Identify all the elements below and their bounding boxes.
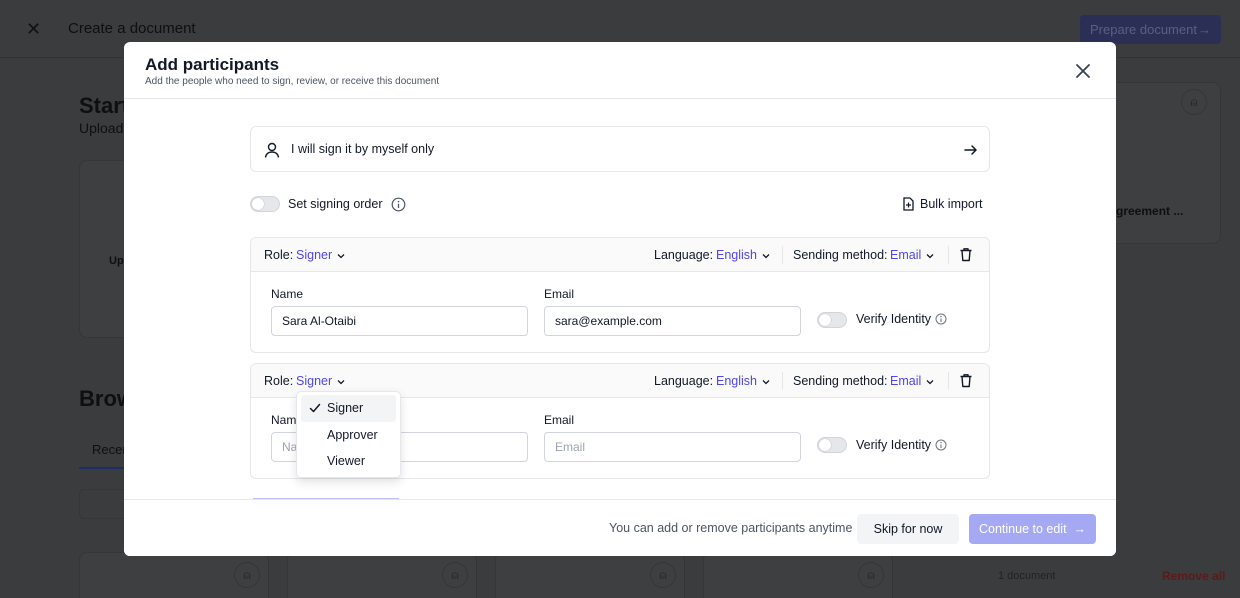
role-value: Signer: [296, 374, 333, 388]
close-icon[interactable]: ✕: [26, 20, 44, 38]
skip-for-now-button[interactable]: Skip for now: [857, 514, 959, 544]
email-label: Email: [544, 413, 575, 427]
chevron-down-icon: [762, 253, 770, 259]
role-option-label: Viewer: [327, 454, 365, 468]
name-field[interactable]: [271, 306, 528, 336]
email-label: Email: [544, 287, 575, 301]
divider: [782, 246, 783, 264]
close-icon[interactable]: [1074, 62, 1092, 80]
prepare-document-label: Prepare document: [1090, 22, 1197, 37]
divider: [948, 246, 949, 264]
chevron-down-icon: [337, 379, 345, 385]
continue-to-edit-button[interactable]: Continue to edit →: [969, 514, 1096, 544]
info-icon[interactable]: [935, 313, 947, 325]
verify-identity-toggle[interactable]: [817, 437, 847, 453]
sending-method-label: Sending method:: [793, 374, 888, 388]
trash-icon[interactable]: [959, 373, 973, 388]
bulk-import-button[interactable]: Bulk import: [902, 197, 983, 211]
participant-card: Role: Signer Language: English Sending m…: [250, 237, 990, 353]
template-card-title: greement ...: [1116, 204, 1184, 218]
language-value: English: [716, 374, 757, 388]
role-label: Role:: [264, 374, 294, 388]
dialog-title: Add participants: [145, 55, 280, 74]
checkmark-icon: [309, 403, 321, 413]
language-select[interactable]: English: [716, 248, 771, 262]
start-heading: Start: [79, 93, 130, 118]
user-icon: ⍝: [1181, 89, 1207, 115]
bulk-import-label: Bulk import: [920, 197, 983, 211]
role-value: Signer: [296, 248, 333, 262]
upload-card-title: Up: [109, 255, 124, 267]
sending-method-value: Email: [890, 374, 922, 388]
role-select[interactable]: Signer: [296, 374, 346, 388]
arrow-right-icon: →: [1198, 22, 1211, 37]
chevron-down-icon: [926, 253, 934, 259]
app-title: Create a document: [68, 20, 196, 37]
role-option-viewer[interactable]: Viewer: [301, 448, 396, 475]
remove-all-button[interactable]: Remove all: [1162, 569, 1225, 583]
arrow-right-icon: →: [1073, 522, 1087, 536]
dialog-subtitle: Add the people who need to sign, review,…: [145, 76, 440, 87]
user-icon: ⍝: [858, 562, 884, 588]
email-field[interactable]: [544, 432, 801, 462]
role-option-approver[interactable]: Approver: [301, 422, 396, 449]
signing-order-label: Set signing order: [288, 197, 383, 211]
info-icon[interactable]: [935, 439, 947, 451]
language-label: Language:: [654, 248, 714, 262]
verify-identity-label: Verify Identity: [856, 438, 932, 452]
self-sign-label: I will sign it by myself only: [291, 142, 435, 156]
dialog-header: Add participants Add the people who need…: [124, 42, 1116, 99]
user-icon: ⍝: [234, 562, 260, 588]
divider: [782, 372, 783, 390]
role-option-label: Approver: [327, 427, 378, 442]
document-count: 1 document: [998, 570, 1056, 582]
chevron-down-icon: [337, 253, 345, 259]
language-value: English: [716, 248, 757, 262]
user-icon: [264, 142, 280, 158]
dialog-footer: You can add or remove participants anyti…: [124, 499, 1116, 556]
chevron-down-icon: [762, 379, 770, 385]
role-dropdown-menu: Signer Approver Viewer: [296, 391, 401, 478]
chevron-down-icon: [926, 379, 934, 385]
divider: [948, 372, 949, 390]
sending-method-select[interactable]: Email: [890, 374, 935, 388]
verify-identity-toggle[interactable]: [817, 312, 847, 328]
sending-method-value: Email: [890, 248, 922, 262]
prepare-document-button[interactable]: Prepare document →: [1080, 15, 1221, 44]
trash-icon[interactable]: [959, 247, 973, 262]
role-label: Role:: [264, 248, 294, 262]
role-option-signer[interactable]: Signer: [301, 395, 396, 422]
name-label: Name: [271, 287, 304, 301]
sending-method-label: Sending method:: [793, 248, 888, 262]
add-participants-dialog: Add participants Add the people who need…: [124, 42, 1116, 556]
language-select[interactable]: English: [716, 374, 771, 388]
arrow-right-icon: [964, 145, 977, 155]
document-icon: [903, 197, 914, 211]
sending-method-select[interactable]: Email: [890, 248, 935, 262]
footer-note: You can add or remove participants anyti…: [609, 521, 853, 535]
role-option-label: Signer: [327, 401, 364, 415]
signing-order-toggle[interactable]: [250, 196, 280, 212]
self-sign-option[interactable]: I will sign it by myself only: [250, 126, 990, 172]
language-label: Language:: [654, 374, 714, 388]
info-icon[interactable]: [391, 197, 406, 212]
user-icon: ⍝: [650, 562, 676, 588]
role-select[interactable]: Signer: [296, 248, 346, 262]
user-icon: ⍝: [442, 562, 468, 588]
verify-identity-label: Verify Identity: [856, 312, 932, 326]
email-field[interactable]: [544, 306, 801, 336]
participant-settings-bar: Role: Signer Language: English Sending m…: [251, 238, 989, 272]
upload-text: Upload: [79, 120, 124, 136]
continue-label: Continue to edit: [979, 522, 1067, 536]
